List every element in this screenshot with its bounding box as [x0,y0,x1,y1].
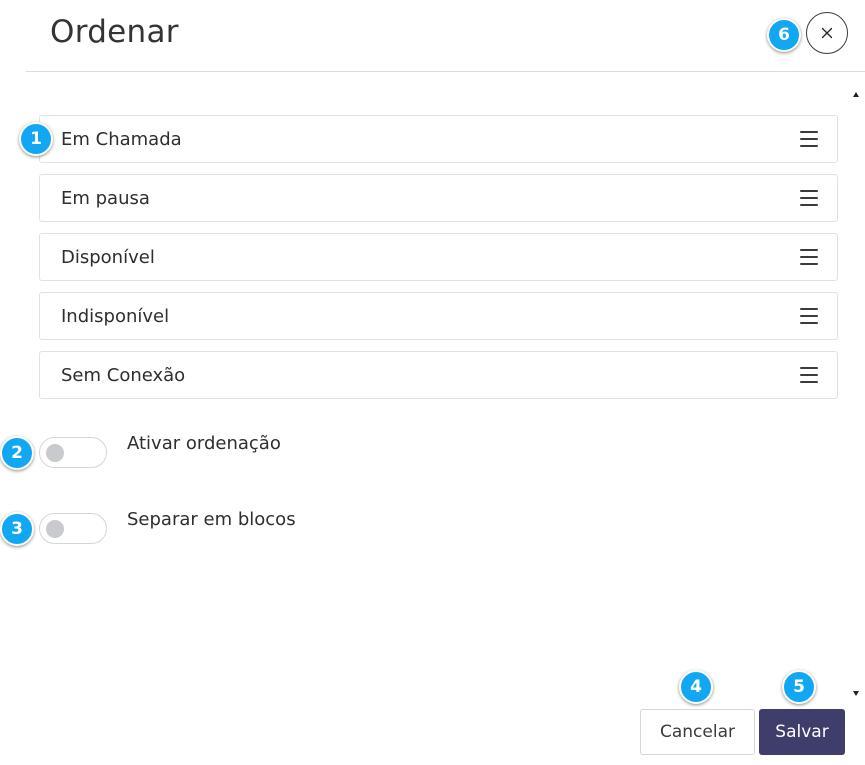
ativar-ordenacao-toggle[interactable] [39,437,107,468]
toggle-row-separar-em-blocos: Separar em blocos [39,509,639,547]
scroll-down-arrow-icon[interactable] [853,691,859,696]
callout-badge: 6 [767,18,801,52]
list-item-label: Em pausa [61,187,150,209]
list-item-label: Disponível [61,246,155,268]
dialog-title: Ordenar [50,14,179,50]
scroll-up-arrow-icon[interactable] [853,92,859,97]
list-item[interactable]: Sem Conexão [39,351,838,399]
toggle-row-ativar-ordenacao: Ativar ordenação [39,433,639,471]
callout-badge: 2 [0,436,34,470]
drag-handle-icon[interactable] [800,308,818,324]
toggle-knob [46,444,64,462]
ativar-ordenacao-label: Ativar ordenação [127,433,281,454]
callout-badge: 3 [0,512,34,546]
callout-badge: 5 [782,670,816,704]
list-item-label: Sem Conexão [61,364,186,386]
list-item[interactable]: Disponível [39,233,838,281]
drag-handle-icon[interactable] [800,131,818,147]
list-item[interactable]: Em Chamada [39,115,838,163]
header-divider [26,71,865,72]
separar-em-blocos-toggle[interactable] [39,513,107,544]
list-item-label: Em Chamada [61,128,182,150]
close-icon [821,27,833,39]
cancel-button[interactable]: Cancelar [640,709,755,755]
separar-em-blocos-label: Separar em blocos [127,509,296,530]
sortable-list: Em Chamada Em pausa Disponível Indisponí… [39,115,838,410]
toggle-knob [46,520,64,538]
drag-handle-icon[interactable] [800,367,818,383]
drag-handle-icon[interactable] [800,190,818,206]
close-button[interactable] [806,12,848,54]
list-item[interactable]: Em pausa [39,174,838,222]
save-button[interactable]: Salvar [759,709,845,755]
list-item[interactable]: Indisponível [39,292,838,340]
drag-handle-icon[interactable] [800,249,818,265]
callout-badge: 1 [19,122,53,156]
list-item-label: Indisponível [61,305,170,327]
callout-badge: 4 [679,670,713,704]
